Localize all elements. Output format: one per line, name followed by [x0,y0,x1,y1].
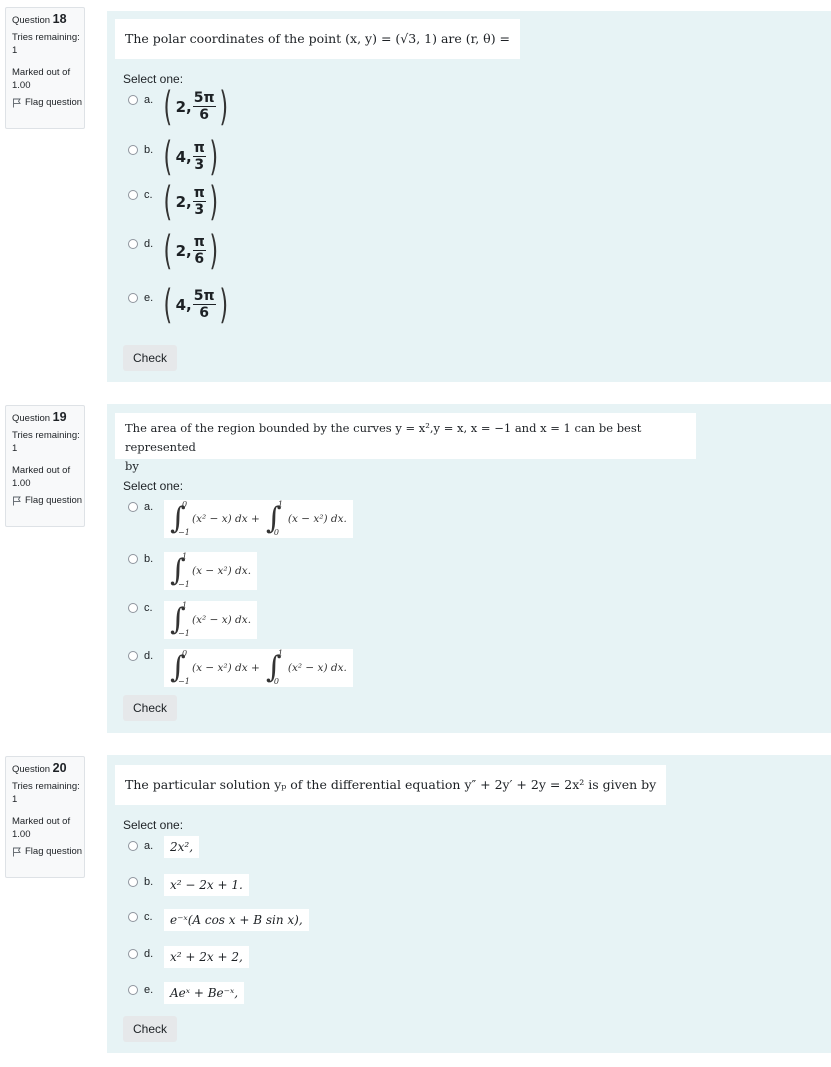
option-formula: (4, 5π 6) [163,282,228,328]
radio-button[interactable] [128,95,138,105]
tries-label: Tries remaining: [12,430,80,441]
question-info-panel: Question 20 Tries remaining: 1 Marked ou… [5,756,85,878]
flag-question-link[interactable]: Flag question [12,495,84,506]
tries-label: Tries remaining: [12,32,80,43]
marked-label: Marked out of [12,67,71,78]
option-b[interactable]: b. (4, π 3) [128,137,221,177]
flag-question-link[interactable]: Flag question [12,97,84,108]
option-a[interactable]: a. (2, 5π 6) [128,87,231,127]
select-one-label: Select one: [123,818,184,832]
radio-button[interactable] [128,912,138,922]
question-info-panel: Question 18 Tries remaining: 1 Marked ou… [5,7,85,129]
option-c[interactable]: c. e⁻ˣ(A cos x + B sin x), [128,909,309,931]
marked-value: 1.00 [12,478,31,489]
radio-button[interactable] [128,502,138,512]
check-button[interactable]: Check [123,1016,178,1042]
question-number: Question 19 [12,410,67,424]
option-e[interactable]: e. Aeˣ + Be⁻ˣ, [128,982,245,1004]
option-formula: 2x², [164,836,200,858]
select-one-label: Select one: [123,479,184,493]
flag-icon [13,847,21,856]
question-content: The polar coordinates of the point (x, y… [107,11,831,382]
check-button[interactable]: Check [123,695,178,721]
option-a[interactable]: a. 2x², [128,836,200,858]
radio-button[interactable] [128,190,138,200]
select-one-label: Select one: [123,72,184,86]
radio-button[interactable] [128,949,138,959]
option-formula: Aeˣ + Be⁻ˣ, [164,982,245,1004]
option-d[interactable]: d. (2, π 6) [128,231,221,271]
question-number: Question 20 [12,761,67,775]
option-e[interactable]: e. (4, 5π 6) [128,285,231,325]
marked-value: 1.00 [12,829,31,840]
radio-button[interactable] [128,841,138,851]
radio-button[interactable] [128,603,138,613]
radio-button[interactable] [128,651,138,661]
tries-value: 1 [12,443,18,454]
radio-button[interactable] [128,145,138,155]
option-formula: x² + 2x + 2, [164,946,249,968]
option-formula: ∫ 1 −1 (x − x²) dx. [164,552,258,590]
check-button[interactable]: Check [123,345,178,371]
option-a[interactable]: a. ∫ 0 −1 (x² − x) dx + ∫ 1 0 (x − x²) dx. [128,500,353,538]
radio-button[interactable] [128,293,138,303]
option-formula: ∫ 1 −1 (x² − x) dx. [164,601,258,639]
radio-button[interactable] [128,985,138,995]
tries-value: 1 [12,45,18,56]
question-number: Question 18 [12,12,67,26]
option-b[interactable]: b. ∫ 1 −1 (x − x²) dx. [128,552,258,590]
flag-icon [13,98,21,107]
option-formula: (4, π 3) [163,134,218,180]
tries-label: Tries remaining: [12,781,80,792]
flag-question-link[interactable]: Flag question [12,846,84,857]
radio-button[interactable] [128,239,138,249]
option-b[interactable]: b. x² − 2x + 1. [128,874,249,896]
radio-button[interactable] [128,554,138,564]
marked-value: 1.00 [12,80,31,91]
question-content: The particular solution yₚ of the differ… [107,755,831,1053]
question-text: The polar coordinates of the point (x, y… [115,19,521,59]
option-formula: ∫ 0 −1 (x² − x) dx + ∫ 1 0 (x − x²) dx. [164,500,353,538]
option-formula: ∫ 0 −1 (x − x²) dx + ∫ 1 0 (x² − x) dx. [164,649,353,687]
question-text: The area of the region bounded by the cu… [115,413,696,473]
flag-icon [13,496,21,505]
option-formula: e⁻ˣ(A cos x + B sin x), [164,909,309,931]
tries-value: 1 [12,794,18,805]
radio-button[interactable] [128,877,138,887]
option-formula: x² − 2x + 1. [164,874,249,896]
marked-label: Marked out of [12,816,71,827]
option-formula: (2, 5π 6) [163,84,228,130]
option-d[interactable]: d. x² + 2x + 2, [128,946,249,968]
question-text: The particular solution yₚ of the differ… [115,765,667,805]
option-c[interactable]: c. ∫ 1 −1 (x² − x) dx. [128,601,258,639]
question-info-panel: Question 19 Tries remaining: 1 Marked ou… [5,405,85,527]
marked-label: Marked out of [12,465,71,476]
option-formula: (2, π 6) [163,228,218,274]
option-c[interactable]: c. (2, π 3) [128,182,221,222]
question-content: The area of the region bounded by the cu… [107,404,831,733]
option-d[interactable]: d. ∫ 0 −1 (x − x²) dx + ∫ 1 0 (x² − x) dx. [128,649,353,687]
option-formula: (2, π 3) [163,179,218,225]
